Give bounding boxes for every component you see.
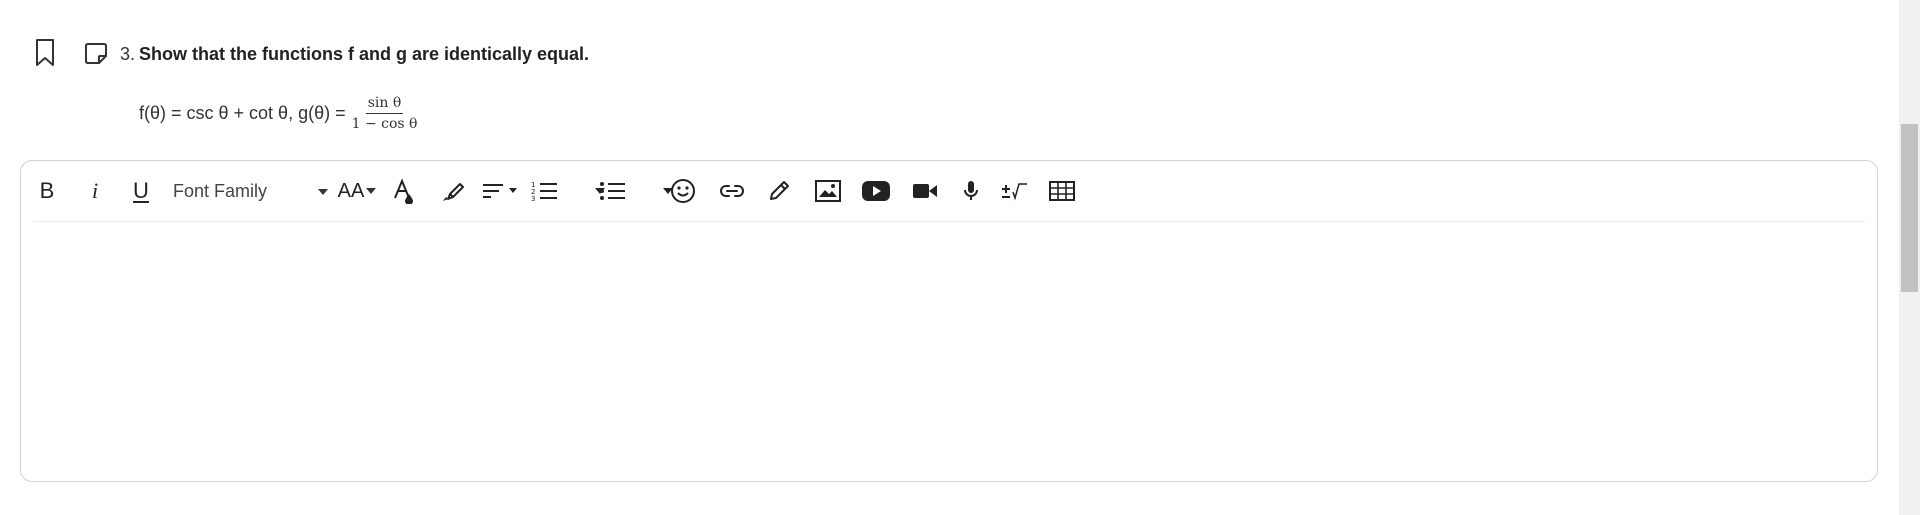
question-formula: f(θ) = csc θ + cot θ, g(θ) = sin θ 1 − c… xyxy=(139,93,419,133)
fraction-numerator: sin θ xyxy=(365,94,404,114)
chevron-down-icon xyxy=(366,188,377,194)
math-equation-icon[interactable] xyxy=(999,177,1029,205)
font-family-label: Font Family xyxy=(173,180,268,201)
formula-fraction: sin θ 1 − cos θ xyxy=(350,94,420,133)
underline-button[interactable]: U xyxy=(127,177,155,205)
chevron-down-icon xyxy=(318,189,328,195)
unordered-list-icon[interactable] xyxy=(599,177,627,205)
bookmark-icon[interactable] xyxy=(33,38,57,68)
pencil-icon[interactable] xyxy=(765,177,793,205)
toolbar-divider xyxy=(33,221,1865,222)
highlighter-icon[interactable] xyxy=(439,177,467,205)
link-icon[interactable] xyxy=(717,177,747,205)
editor-toolbar: B i U Font Family AA 123 xyxy=(21,161,1877,221)
font-family-dropdown[interactable]: Font Family xyxy=(173,177,353,205)
bold-button[interactable]: B xyxy=(33,177,61,205)
text-color-icon[interactable] xyxy=(389,177,417,205)
fraction-denominator: 1 − cos θ xyxy=(351,115,418,132)
table-icon[interactable] xyxy=(1047,177,1077,205)
question-prompt: Show that the functions f and g are iden… xyxy=(139,44,590,64)
italic-button[interactable]: i xyxy=(81,177,109,205)
youtube-icon[interactable] xyxy=(861,177,891,205)
image-icon[interactable] xyxy=(813,177,843,205)
font-size-label: AA xyxy=(337,179,365,202)
video-icon[interactable] xyxy=(911,177,939,205)
microphone-icon[interactable] xyxy=(959,177,983,205)
question-number: 3. xyxy=(120,44,136,64)
ordered-list-icon[interactable]: 123 xyxy=(531,177,559,205)
svg-text:3: 3 xyxy=(531,195,535,202)
page-scrollbar[interactable] xyxy=(1899,0,1920,515)
scrollbar-thumb[interactable] xyxy=(1901,124,1918,292)
editor-content-area[interactable] xyxy=(33,223,1865,469)
note-icon[interactable] xyxy=(84,41,108,65)
formula-text: f(θ) = csc θ + cot θ, g(θ) = xyxy=(139,103,346,123)
font-size-dropdown[interactable]: AA xyxy=(336,177,378,205)
emoji-icon[interactable] xyxy=(669,177,697,205)
answer-editor: B i U Font Family AA 123 xyxy=(20,160,1878,482)
align-icon[interactable] xyxy=(481,177,521,205)
